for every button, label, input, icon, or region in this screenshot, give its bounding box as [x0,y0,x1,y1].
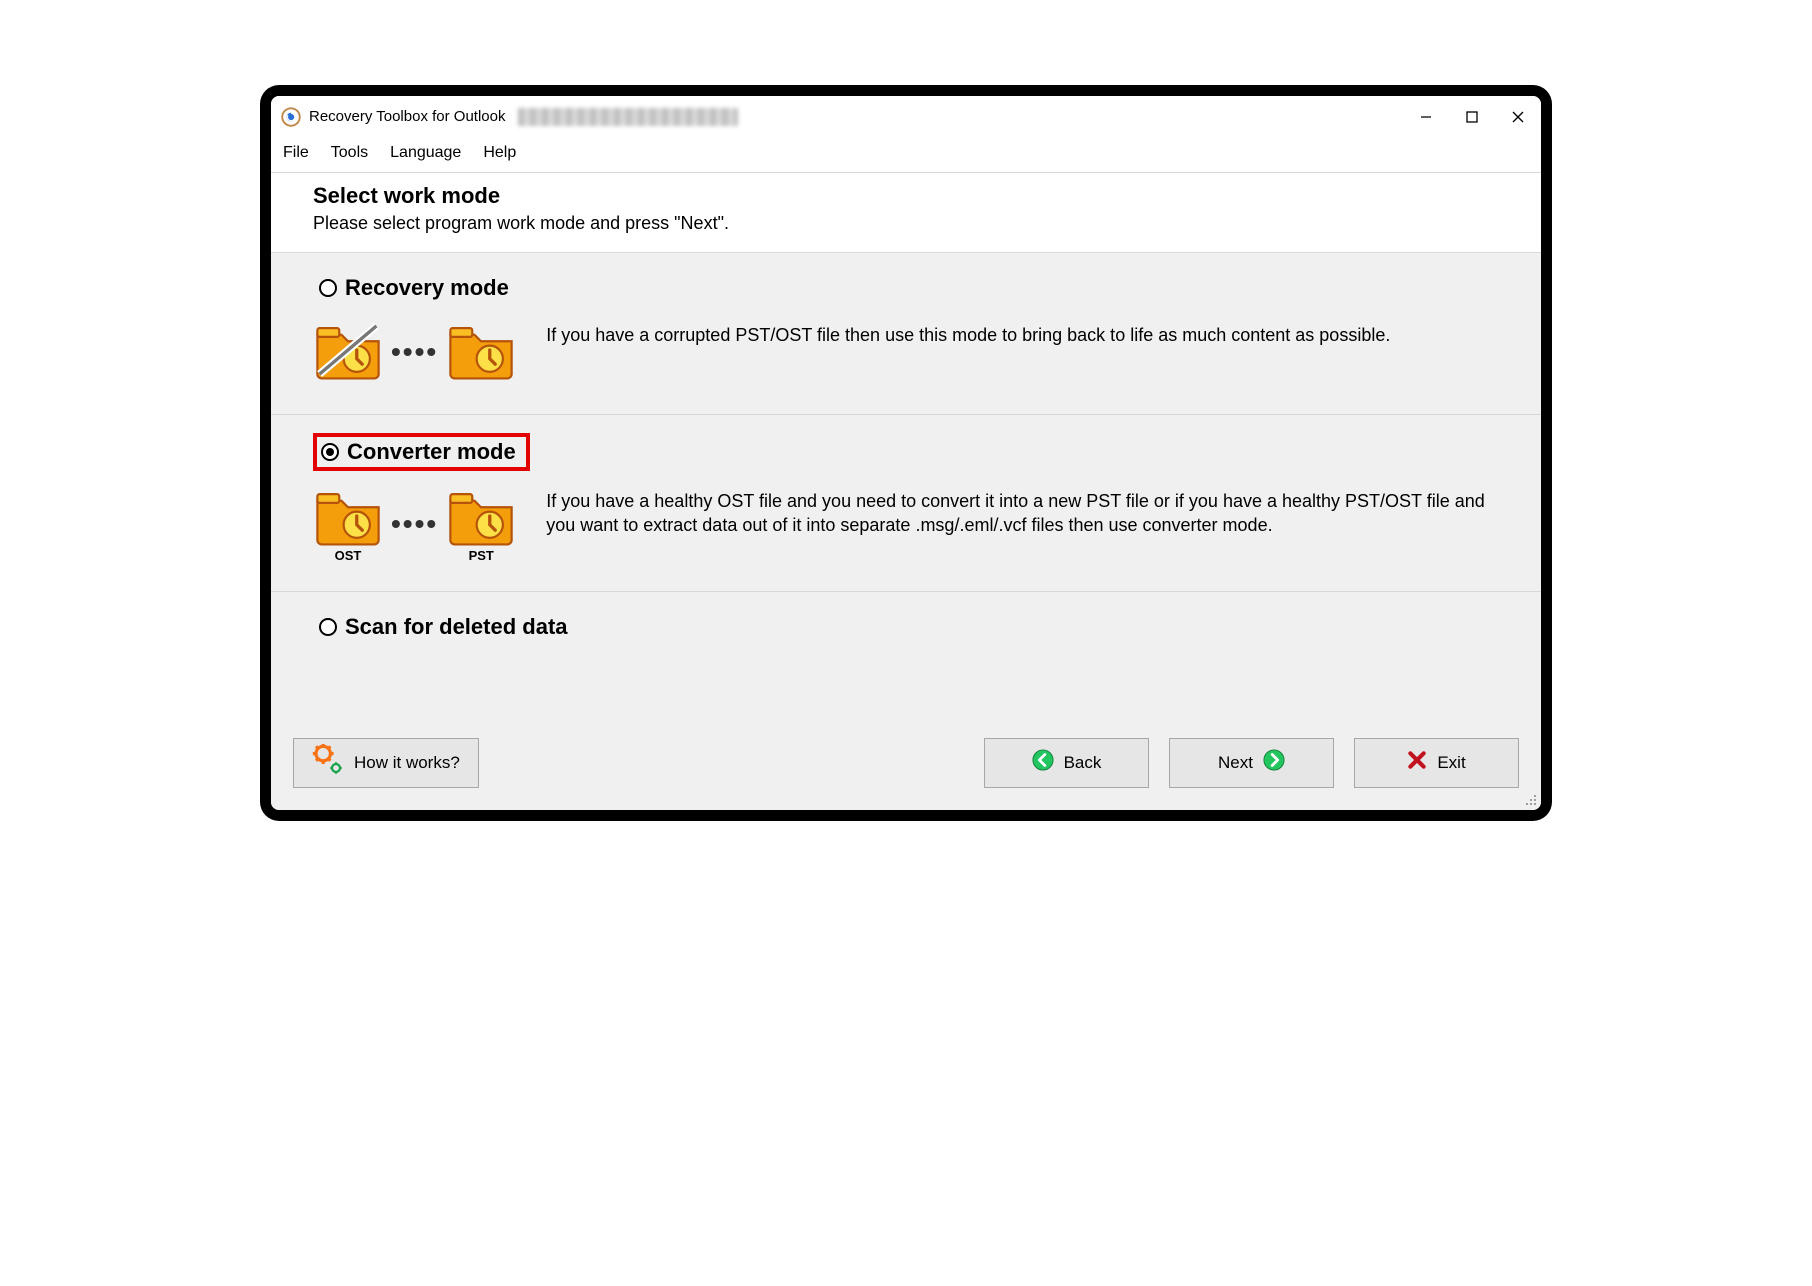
back-button[interactable]: Back [984,738,1149,788]
app-window: Recovery Toolbox for Outlook File Tools … [261,86,1551,820]
mode-recovery-body: •••• If you have a corrupted PST/OST fil… [313,319,1511,386]
exit-label: Exit [1437,753,1465,773]
mode-converter-desc: If you have a healthy OST file and you n… [546,485,1511,538]
modes-container: Recovery mode •••• [271,253,1541,724]
radio-unchecked-icon [319,279,337,297]
radio-checked-icon [321,443,339,461]
next-button[interactable]: Next [1169,738,1334,788]
radio-unchecked-icon [319,618,337,636]
close-x-icon [1407,750,1427,775]
app-title: Recovery Toolbox for Outlook [309,108,506,125]
mode-recovery-desc: If you have a corrupted PST/OST file the… [546,319,1511,347]
mode-recovery-illustration: •••• [313,319,516,386]
exit-button[interactable]: Exit [1354,738,1519,788]
back-label: Back [1064,753,1102,773]
mode-converter: Converter mode OST •••• [271,415,1541,592]
pst-folder-icon: PST [446,485,516,563]
footer: How it works? Back Next [271,724,1541,810]
menu-help[interactable]: Help [483,144,516,162]
how-it-works-label: How it works? [354,753,460,773]
page-subtitle: Please select program work mode and pres… [313,213,1499,234]
ost-folder-icon: OST [313,485,383,563]
arrow-dots-icon: •••• [391,508,438,540]
arrow-left-icon [1032,749,1054,776]
pst-caption: PST [446,548,516,563]
mode-scan-label: Scan for deleted data [345,614,568,640]
footer-right: Back Next Exit [984,738,1519,788]
mode-scan: Scan for deleted data [271,592,1541,724]
mode-recovery: Recovery mode •••• [271,253,1541,415]
titlebar: Recovery Toolbox for Outlook [271,96,1541,138]
menu-language[interactable]: Language [390,144,461,162]
menu-tools[interactable]: Tools [331,144,368,162]
close-button[interactable] [1495,96,1541,138]
mode-converter-illustration: OST •••• PST [313,485,516,563]
mode-recovery-label: Recovery mode [345,275,509,301]
mode-converter-label: Converter mode [347,439,516,465]
arrow-dots-icon: •••• [391,336,438,368]
app-icon [281,107,301,127]
titlebar-left: Recovery Toolbox for Outlook [281,107,738,127]
page-header: Select work mode Please select program w… [271,173,1541,253]
healthy-folder-icon [446,319,516,386]
arrow-right-icon [1263,749,1285,776]
mode-converter-body: OST •••• PST If you have a healthy OST f… [313,485,1511,563]
minimize-button[interactable] [1403,96,1449,138]
gears-icon [312,744,344,781]
mode-recovery-radio-row[interactable]: Recovery mode [313,271,1511,305]
mode-scan-radio-row[interactable]: Scan for deleted data [313,610,1511,644]
app-title-obscured [518,108,738,126]
ost-caption: OST [313,548,383,563]
broken-folder-icon [313,319,383,386]
how-it-works-button[interactable]: How it works? [293,738,479,788]
resize-grip[interactable] [1524,793,1538,807]
window-controls [1403,96,1541,138]
menu-file[interactable]: File [283,144,309,162]
mode-converter-radio-row[interactable]: Converter mode [313,433,530,471]
page-title: Select work mode [313,183,1499,209]
menubar: File Tools Language Help [271,138,1541,173]
next-label: Next [1218,753,1253,773]
maximize-button[interactable] [1449,96,1495,138]
